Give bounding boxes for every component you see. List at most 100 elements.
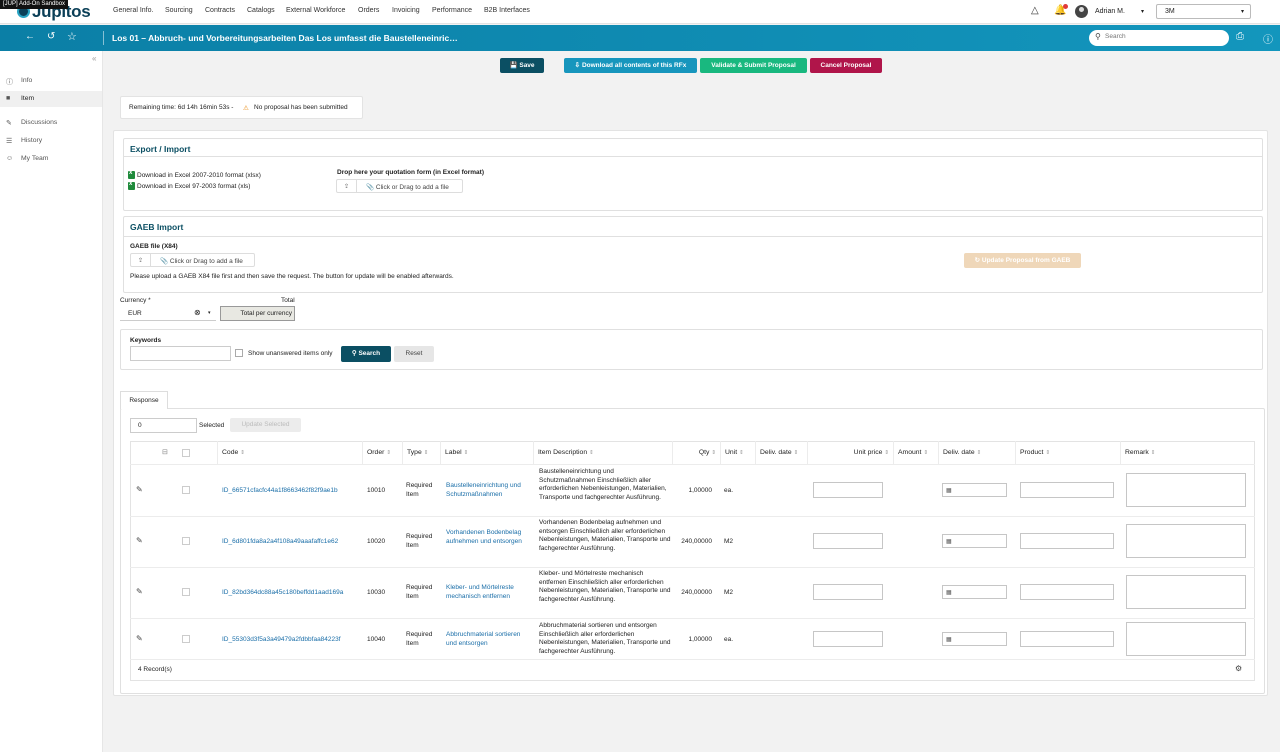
item-label-link[interactable]: Kleber- und Mörtelreste mechanisch entfe… [446,584,531,601]
deliv-date-input[interactable]: ▦ [942,483,1007,497]
user-avatar-icon[interactable] [1075,5,1088,18]
menu-catalogs[interactable]: Catalogs [247,7,275,14]
total-per-currency-button[interactable]: Total per currency [220,306,295,321]
help-icon[interactable]: ⓘ [1263,31,1273,46]
gaeb-file-drop[interactable]: ⇪ 📎 Click or Drag to add a file [130,253,255,267]
menu-contracts[interactable]: Contracts [205,7,235,14]
refresh-icon[interactable]: ↺ [47,31,55,42]
tab-response[interactable]: Response [120,391,168,409]
company-select[interactable]: 3M ▾ [1156,4,1251,19]
menu-external-workforce[interactable]: External Workforce [286,7,345,14]
unit-price-input[interactable] [813,584,883,600]
row-checkbox[interactable] [182,588,190,596]
edit-pencil-icon[interactable]: ✎ [136,485,143,494]
deliv-date-input[interactable]: ▦ [942,534,1007,548]
menu-invoicing[interactable]: Invoicing [392,7,420,14]
remaining-time-banner: Remaining time: 6d 14h 16min 53s - ⚠ No … [120,96,363,119]
column-header-amount[interactable]: Amount ⇕ [893,441,938,464]
row-checkbox[interactable] [182,486,190,494]
edit-pencil-icon[interactable]: ✎ [136,634,143,643]
item-label-link[interactable]: Vorhandenen Bodenbelag aufnehmen und ent… [446,529,531,546]
download-all-button[interactable]: ⇩ Download all contents of this RFx [564,58,697,73]
menu-sourcing[interactable]: Sourcing [165,7,193,14]
column-header-proposal-deliv-date[interactable]: Deliv. date ⇕ [938,441,1015,464]
update-from-gaeb-button[interactable]: ↻ Update Proposal from GAEB [964,253,1081,268]
save-button[interactable]: 💾 Save [500,58,544,73]
gear-icon[interactable]: ⚙ [1235,664,1242,673]
sidebar-item-history[interactable]: ☰ History [0,133,102,149]
product-input[interactable] [1020,631,1114,647]
user-name[interactable]: Adrian M. [1095,8,1125,15]
remark-textarea[interactable] [1126,575,1246,609]
column-header-type[interactable]: Type ⇕ [402,441,440,464]
column-header-code[interactable]: Code ⇕ [217,441,362,464]
download-xls-link[interactable]: Download in Excel 97-2003 format (xls) [137,183,250,190]
collapse-sidebar-icon[interactable]: « [92,54,96,63]
row-checkbox[interactable] [182,635,190,643]
keywords-input[interactable] [130,346,231,361]
unit-price-input[interactable] [813,533,883,549]
print-icon[interactable]: ⎙ [1236,31,1244,42]
global-search-input[interactable] [1105,33,1215,40]
global-search[interactable]: ⚲ [1089,30,1229,46]
select-all-checkbox[interactable] [182,449,190,457]
item-label-link[interactable]: Baustelleneinrichtung und Schutzmaßnahme… [446,482,531,499]
drop-button-text: Click or Drag to add a file [375,184,449,191]
product-input[interactable] [1020,482,1114,498]
menu-performance[interactable]: Performance [432,7,472,14]
menu-general-info[interactable]: General Info. [113,7,153,14]
item-code-link[interactable]: ID_6d801fda8a2a4f108a49aaafaffc1e62 [222,538,338,545]
deliv-date-input[interactable]: ▦ [942,632,1007,646]
search-button[interactable]: ⚲ Search [341,346,391,362]
update-selected-button[interactable]: Update Selected [230,418,301,432]
column-header-deliv-date[interactable]: Deliv. date ⇕ [755,441,807,464]
item-label-link[interactable]: Abbruchmaterial sortieren und entsorgen [446,631,531,648]
column-header-product[interactable]: Product ⇕ [1015,441,1120,464]
unit-price-input[interactable] [813,631,883,647]
sidebar-item-my-team[interactable]: ☺ My Team [0,151,102,167]
column-header-description[interactable]: Item Description ⇕ [533,441,672,464]
deliv-date-input[interactable]: ▦ [942,585,1007,599]
column-header-unit[interactable]: Unit ⇕ [720,441,755,464]
row-checkbox[interactable] [182,537,190,545]
sidebar-item-item[interactable]: ■ Item [0,91,102,107]
chevron-down-icon: ▾ [208,310,211,316]
unanswered-only-checkbox[interactable] [235,349,243,357]
validate-submit-button[interactable]: Validate & Submit Proposal [700,58,807,73]
warning-triangle-icon[interactable]: △ [1031,5,1039,16]
item-code-link[interactable]: ID_66571cfacfc44a1f8663462f82f9ae1b [222,487,338,494]
unit-price-input[interactable] [813,482,883,498]
currency-select[interactable]: EUR ⊗ ▾ [120,306,216,321]
star-icon[interactable]: ☆ [67,30,77,43]
column-header-qty[interactable]: Qty ⇕ [672,441,720,464]
remark-textarea[interactable] [1126,524,1246,558]
remark-textarea[interactable] [1126,622,1246,656]
reset-button[interactable]: Reset [394,346,434,362]
expand-all-icon[interactable]: ⊟ [158,441,177,464]
edit-pencil-icon[interactable]: ✎ [136,587,143,596]
menu-orders[interactable]: Orders [358,7,379,14]
product-input[interactable] [1020,533,1114,549]
quotation-file-drop[interactable]: ⇪ 📎 Click or Drag to add a file [336,179,463,193]
menu-b2b-interfaces[interactable]: B2B Interfaces [484,7,530,14]
column-header-label: Label [445,449,462,456]
remark-textarea[interactable] [1126,473,1246,507]
cancel-proposal-button[interactable]: Cancel Proposal [810,58,882,73]
column-header-remark[interactable]: Remark ⇕ [1120,441,1255,464]
column-header-label: Code [222,449,239,456]
clear-icon[interactable]: ⊗ [194,308,201,317]
download-xlsx-link[interactable]: Download in Excel 2007-2010 format (xlsx… [137,172,261,179]
item-code-link[interactable]: ID_55303d3f5a3a49479a2fdbbfaa84223f [222,636,341,643]
column-header-order[interactable]: Order ⇕ [362,441,402,464]
sidebar-item-info[interactable]: ⓘ Info [0,73,102,89]
sidebar-item-discussions[interactable]: ✎ Discussions [0,115,102,131]
gaeb-import-title: GAEB Import [130,222,184,232]
column-header-unit-price[interactable]: Unit price ⇕ [807,441,893,464]
item-code-link[interactable]: ID_82bd364dc88a45c180beffdd1aad169a [222,589,343,596]
column-header-label: Amount [898,449,922,456]
back-arrow-icon[interactable]: ← [25,31,35,42]
product-input[interactable] [1020,584,1114,600]
user-menu-chevron-down-icon[interactable]: ▾ [1141,8,1144,15]
column-header-label[interactable]: Label ⇕ [440,441,533,464]
edit-pencil-icon[interactable]: ✎ [136,536,143,545]
